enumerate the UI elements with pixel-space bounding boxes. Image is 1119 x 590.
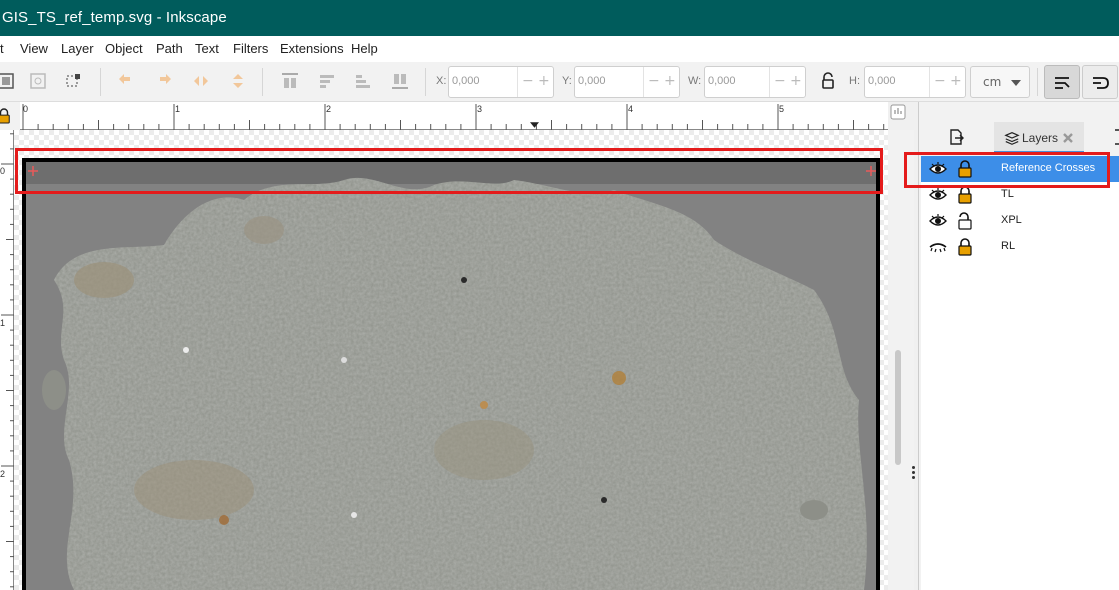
y-label: Y: [562, 75, 572, 87]
menu-layer[interactable]: Layer [61, 41, 94, 56]
guide-lock-button[interactable] [0, 102, 20, 130]
toolbar-separator [262, 68, 263, 96]
title-bar: GIS_TS_ref_temp.svg - Inkscape [0, 0, 1119, 36]
thin-section-image[interactable] [14, 130, 888, 590]
toolbar-separator [100, 68, 101, 96]
chevron-down-icon [1011, 80, 1021, 86]
layers-list: Reference Crosses TL XPL RL [921, 156, 1119, 590]
ruler-label: 4 [628, 104, 634, 114]
rotate-cw-icon[interactable] [154, 71, 174, 91]
menu-path[interactable]: Path [156, 41, 183, 56]
ruler-label: 2 [326, 104, 332, 114]
toolbar-separator [1037, 68, 1038, 96]
ruler-label: 3 [477, 104, 483, 114]
lower-to-bottom-icon[interactable] [390, 71, 410, 91]
layer-name: XPL [1001, 214, 1022, 226]
unlock-icon[interactable] [957, 212, 973, 230]
toolbar-separator [425, 68, 426, 96]
menu-view[interactable]: View [20, 41, 48, 56]
layer-name: TL [1001, 188, 1014, 200]
panel-tab-bar: Layers [919, 120, 1119, 156]
tab-layers-label: Layers [1022, 131, 1059, 145]
ruler-label: 2 [0, 469, 6, 479]
w-stepper[interactable]: − + [769, 67, 805, 97]
horizontal-ruler[interactable]: 0 1 2 3 4 5 [20, 102, 888, 130]
h-stepper[interactable]: − + [929, 67, 965, 97]
vertical-ruler[interactable]: 0 1 2 [0, 130, 14, 590]
raise-to-top-icon[interactable] [280, 71, 300, 91]
close-icon[interactable] [1062, 132, 1074, 144]
eye-closed-icon[interactable] [929, 239, 947, 255]
window-title: GIS_TS_ref_temp.svg - Inkscape [2, 9, 227, 26]
layer-row-rl[interactable]: RL [921, 234, 1119, 260]
layer-name: RL [1001, 240, 1016, 252]
x-field[interactable]: −+ [448, 66, 554, 98]
lock-icon [0, 108, 10, 124]
unit-value: cm [983, 75, 1002, 89]
w-label: W: [688, 75, 702, 87]
x-input[interactable] [452, 75, 512, 87]
eye-icon[interactable] [929, 187, 947, 203]
panel-resize-handle[interactable] [912, 466, 915, 480]
transform-rect-button[interactable] [1082, 65, 1118, 99]
y-stepper[interactable]: − + [643, 67, 679, 97]
canvas-scroll-area [888, 104, 914, 590]
highlight-reference-crosses-layer [904, 152, 1110, 188]
menu-help[interactable]: Help [351, 41, 378, 56]
layers-icon [1004, 132, 1020, 145]
lower-icon[interactable] [353, 71, 373, 91]
vertical-scrollbar[interactable] [895, 350, 901, 465]
rotate-ccw-icon[interactable] [116, 71, 136, 91]
y-field[interactable]: −+ [574, 66, 680, 98]
lock-ratio-icon[interactable] [818, 71, 838, 91]
w-field[interactable]: −+ [704, 66, 806, 98]
sample-fragment [800, 500, 828, 520]
menu-object[interactable]: Object [105, 41, 143, 56]
lock-icon[interactable] [957, 186, 973, 204]
ruler-label: 0 [0, 166, 6, 176]
h-field[interactable]: −+ [864, 66, 966, 98]
tab-layers[interactable]: Layers [994, 122, 1084, 154]
menu-bar: t View Layer Object Path Text Filters Ex… [0, 36, 1119, 62]
transform-stroke-button[interactable] [1044, 65, 1080, 99]
select-all-icon[interactable] [0, 71, 16, 91]
flip-horizontal-icon[interactable] [191, 71, 211, 91]
transform-stroke-icon [1055, 77, 1070, 89]
transform-rect-icon [1093, 77, 1109, 89]
flip-vertical-icon[interactable] [228, 71, 248, 91]
sample-fragment [42, 370, 66, 410]
x-label: X: [436, 75, 447, 87]
menu-filters[interactable]: Filters [233, 41, 268, 56]
layer-row-xpl[interactable]: XPL [921, 208, 1119, 234]
tool-controls-bar: X: −+ Y: −+ W: −+ H: −+ cm [0, 62, 1119, 102]
ruler-label: 5 [779, 104, 785, 114]
menu-edit[interactable]: t [0, 41, 4, 56]
y-input[interactable] [578, 75, 638, 87]
highlight-reference-crosses-canvas [15, 148, 883, 194]
w-input[interactable] [708, 75, 768, 87]
unit-dropdown[interactable]: cm [970, 66, 1030, 98]
menu-extensions[interactable]: Extensions [280, 41, 344, 56]
x-stepper[interactable]: − + [517, 67, 553, 97]
ruler-ticks [1, 133, 14, 588]
zoom-corner-icon[interactable] [890, 104, 906, 120]
pointer-marker-icon [530, 122, 539, 128]
raise-icon[interactable] [317, 71, 337, 91]
eye-icon[interactable] [929, 213, 947, 229]
ruler-label: 1 [175, 104, 181, 114]
drawing-canvas[interactable] [14, 130, 888, 590]
ruler-ticks [22, 104, 885, 130]
ruler-label: 0 [23, 104, 29, 114]
h-input[interactable] [868, 75, 928, 87]
select-all-layers-icon[interactable] [28, 71, 48, 91]
lock-icon[interactable] [957, 238, 973, 256]
h-label: H: [849, 75, 860, 87]
document-properties-icon[interactable] [947, 128, 965, 146]
next-tab-icon[interactable] [1113, 128, 1119, 146]
deselect-icon[interactable] [64, 71, 84, 91]
menu-text[interactable]: Text [195, 41, 219, 56]
ruler-label: 1 [0, 318, 6, 328]
